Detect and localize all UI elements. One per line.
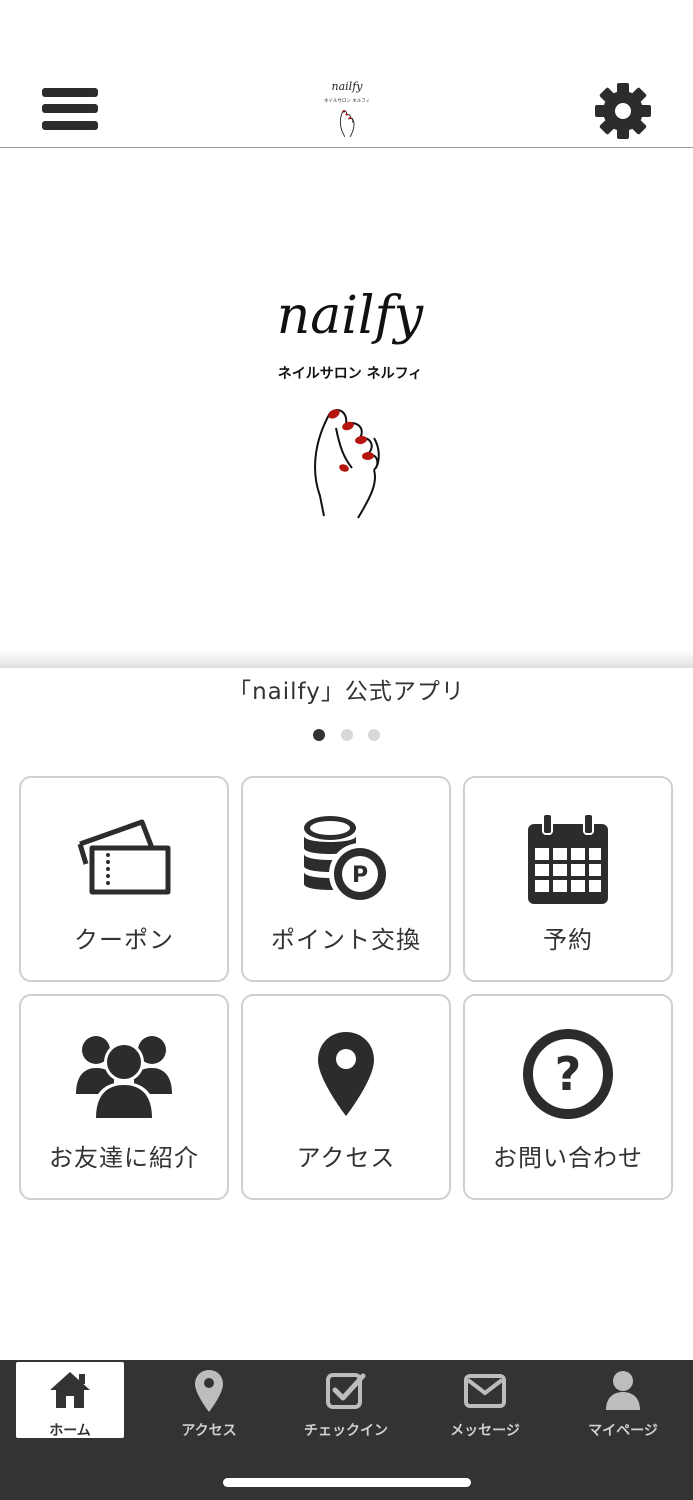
tab-access[interactable]: アクセス (155, 1362, 263, 1439)
svg-text:P: P (352, 863, 368, 888)
reserve-label: 予約 (543, 926, 593, 954)
tab-access-label: アクセス (181, 1423, 237, 1439)
contact-label: お問い合わせ (493, 1144, 643, 1172)
gear-icon[interactable] (594, 82, 652, 140)
svg-text:ネイルサロン ネルフィ: ネイルサロン ネルフィ (278, 366, 423, 382)
reserve-tile[interactable]: 予約 (463, 776, 673, 982)
home-icon (50, 1372, 90, 1408)
map-pin-icon (318, 1032, 374, 1116)
question-circle-icon: ? (523, 1029, 613, 1119)
access-tile[interactable]: アクセス (241, 994, 451, 1200)
tab-message-label: メッセージ (450, 1423, 520, 1439)
svg-text:?: ? (555, 1047, 582, 1101)
svg-text:nailfy: nailfy (332, 80, 364, 93)
svg-text:nailfy: nailfy (277, 286, 424, 346)
tab-home-label: ホーム (49, 1423, 91, 1439)
map-pin-icon (195, 1370, 223, 1412)
carousel-dot-1[interactable] (313, 729, 326, 741)
nailfy-logo: nailfy ネイルサロン ネルフィ (277, 286, 424, 519)
tab-checkin-label: チェックイン (304, 1423, 388, 1439)
friends-group-icon (76, 1036, 172, 1118)
coins-point-icon: P (304, 816, 391, 905)
app-header: nailfy ネイルサロン ネルフィ (0, 0, 693, 148)
hero-shadow (0, 650, 693, 668)
hero-caption: 「nailfy」公式アプリ (228, 679, 465, 705)
tab-checkin[interactable]: チェックイン (292, 1362, 400, 1439)
points-label: ポイント交換 (271, 926, 421, 954)
tab-home[interactable]: ホーム (16, 1362, 124, 1439)
coupon-tile[interactable]: クーポン (19, 776, 229, 982)
menu-grid: クーポン P ポイント交換 予約 お友達に紹介 アクセス ? お問い合わせ (19, 776, 673, 1201)
app-screen: nailfy ネイルサロン ネルフィ nailfy ネイルサロン ネルフィ 「n… (0, 0, 693, 1500)
contact-tile[interactable]: ? お問い合わせ (463, 994, 673, 1200)
hero-banner[interactable]: nailfy ネイルサロン ネルフィ (0, 148, 693, 668)
access-label: アクセス (296, 1144, 396, 1172)
hamburger-menu-icon[interactable] (40, 84, 100, 138)
calendar-icon (528, 814, 608, 904)
carousel-dot-3[interactable] (367, 729, 380, 741)
user-icon (606, 1371, 640, 1410)
tab-mypage-label: マイページ (588, 1423, 658, 1439)
envelope-icon (464, 1374, 506, 1408)
checkbox-icon (326, 1373, 366, 1409)
carousel-dot-2[interactable] (340, 729, 353, 741)
ticket-icon (77, 819, 171, 895)
svg-text:ネイルサロン ネルフィ: ネイルサロン ネルフィ (324, 98, 370, 104)
carousel-dots (0, 726, 693, 745)
coupon-label: クーポン (74, 926, 174, 954)
header-logo: nailfy ネイルサロン ネルフィ (324, 80, 370, 138)
tab-mypage[interactable]: マイページ (569, 1362, 677, 1439)
home-indicator[interactable] (223, 1478, 471, 1487)
points-tile[interactable]: P ポイント交換 (241, 776, 451, 982)
invite-label: お友達に紹介 (49, 1144, 199, 1172)
invite-tile[interactable]: お友達に紹介 (19, 994, 229, 1200)
tab-message[interactable]: メッセージ (431, 1362, 539, 1439)
